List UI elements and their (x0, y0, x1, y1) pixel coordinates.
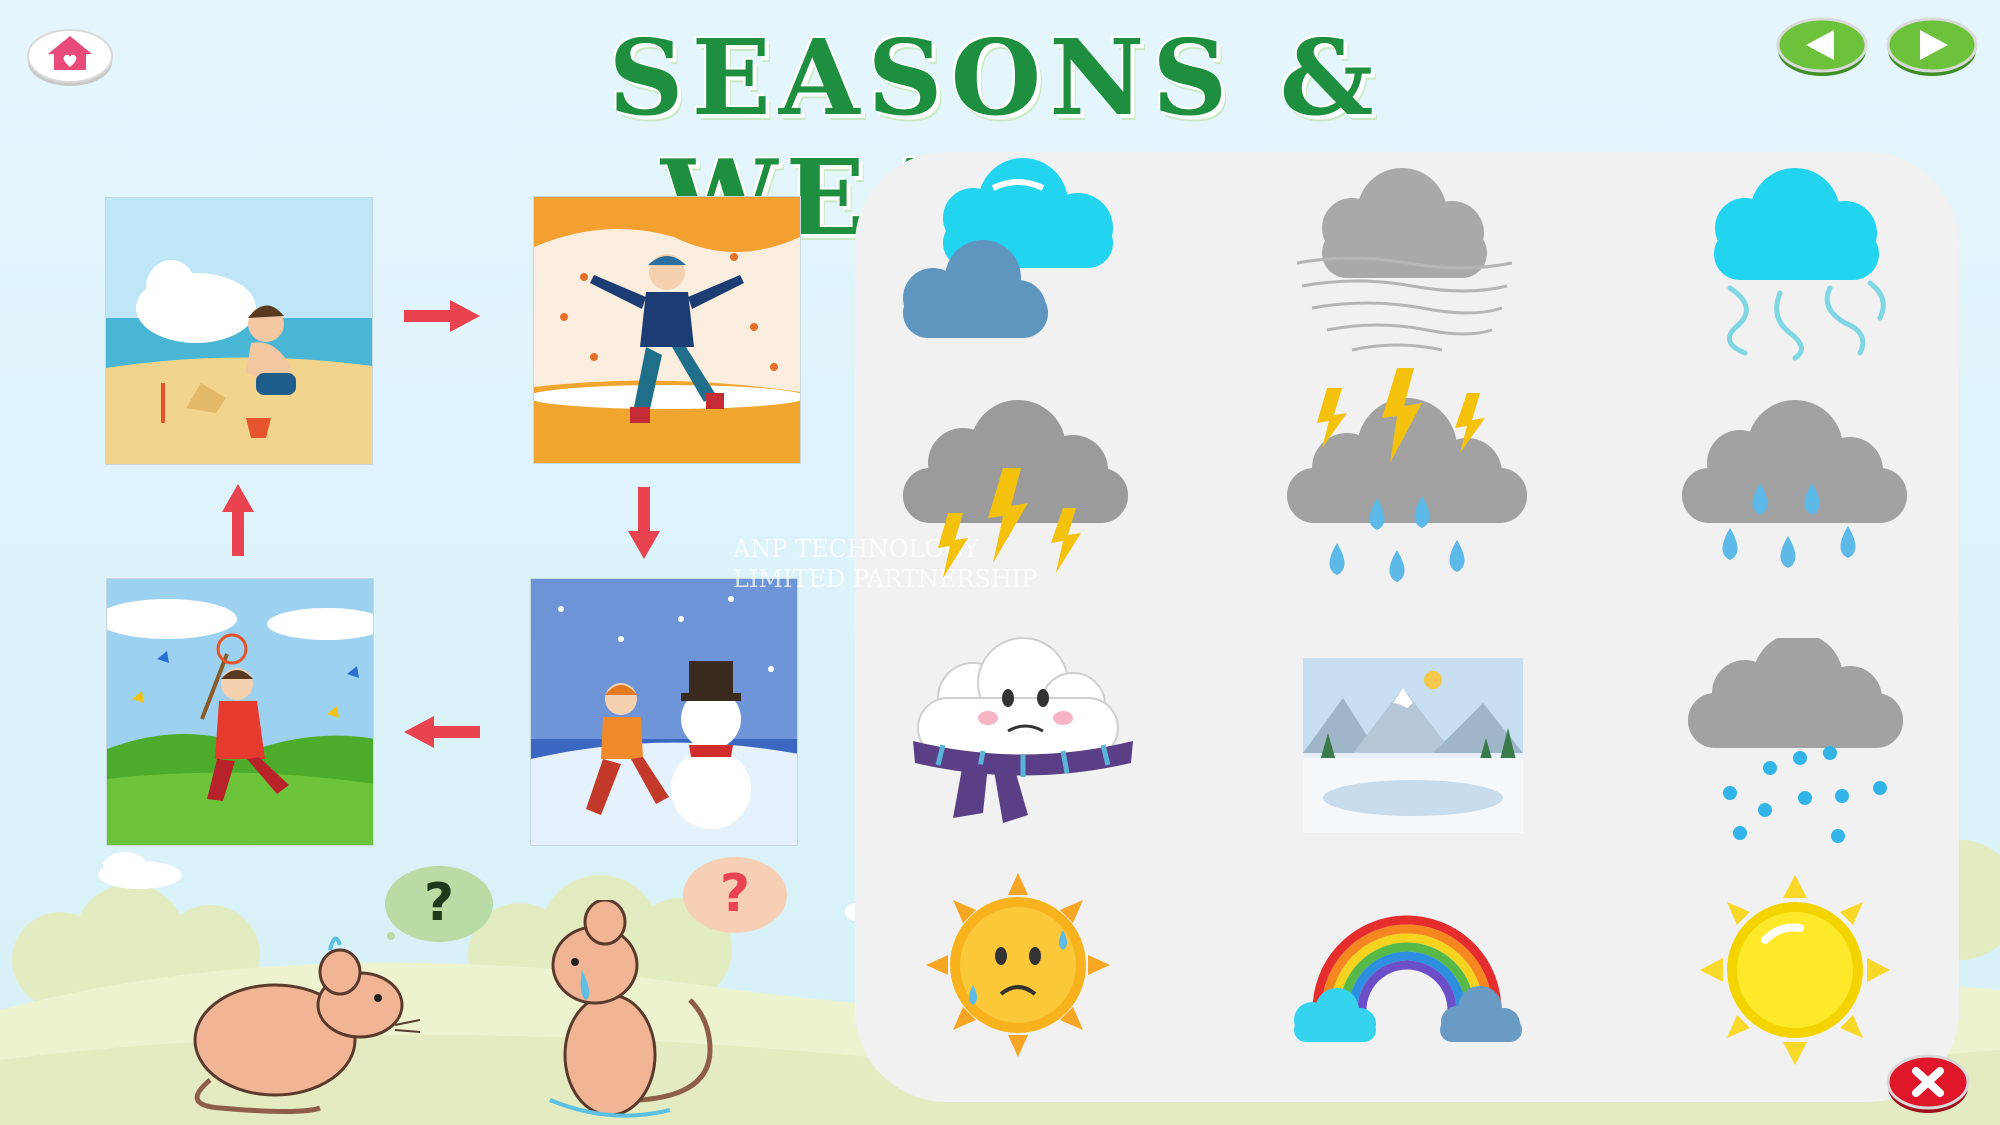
arrow-right-icon (1886, 17, 1978, 76)
weather-windy-card[interactable] (1670, 158, 1920, 368)
weather-cold-card[interactable] (893, 633, 1143, 843)
weather-hot-card[interactable] (893, 870, 1143, 1080)
weather-sunny-card[interactable] (1670, 870, 1920, 1080)
thunderstorm-icon (903, 400, 1128, 578)
previous-button[interactable] (1776, 16, 1868, 78)
cloudy-icon (903, 158, 1113, 338)
mouse-lying-icon (193, 936, 420, 1114)
fog-icon (1296, 168, 1513, 352)
rain-icon (1682, 400, 1907, 568)
page-title: SEASONS & WEATHER (608, 16, 1382, 258)
hot-sun-icon (926, 873, 1110, 1057)
weather-winter-landscape-card[interactable] (1303, 658, 1553, 868)
season-spring-image[interactable] (106, 578, 374, 846)
mouse-standing-icon (549, 900, 713, 1118)
close-button[interactable] (1886, 1053, 1970, 1115)
season-winter-image[interactable] (530, 578, 798, 846)
rainbow-icon (1294, 915, 1522, 1042)
weather-snowy-card[interactable] (1670, 638, 1920, 848)
sun-icon (1700, 875, 1890, 1065)
snow-icon (1688, 638, 1903, 843)
season-autumn-image[interactable] (533, 196, 801, 464)
home-button[interactable] (26, 18, 114, 88)
close-icon (1886, 1054, 1970, 1113)
arrow-autumn-to-winter-icon (628, 487, 660, 559)
weather-thunderstorm-card[interactable] (893, 398, 1143, 608)
weather-cloudy-card[interactable] (893, 158, 1143, 368)
arrow-summer-to-autumn-icon (404, 300, 480, 332)
weather-rainy-card[interactable] (1670, 398, 1920, 608)
season-summer-image[interactable] (105, 197, 373, 465)
question-mark-1: ? (423, 873, 455, 933)
cold-cloud-icon (913, 637, 1133, 823)
weather-foggy-card[interactable] (1282, 158, 1532, 368)
next-button[interactable] (1886, 16, 1978, 78)
winter-landscape-icon (1303, 658, 1523, 833)
arrow-winter-to-spring-icon (404, 716, 480, 748)
weather-rainbow-card[interactable] (1282, 890, 1532, 1100)
home-icon (27, 29, 113, 86)
arrow-spring-to-summer-icon (222, 484, 254, 556)
weather-thunderstorm-rain-card[interactable] (1282, 368, 1532, 582)
thunderstorm-rain-icon (1287, 368, 1527, 582)
arrow-left-icon (1776, 17, 1868, 76)
wind-icon (1714, 168, 1886, 361)
